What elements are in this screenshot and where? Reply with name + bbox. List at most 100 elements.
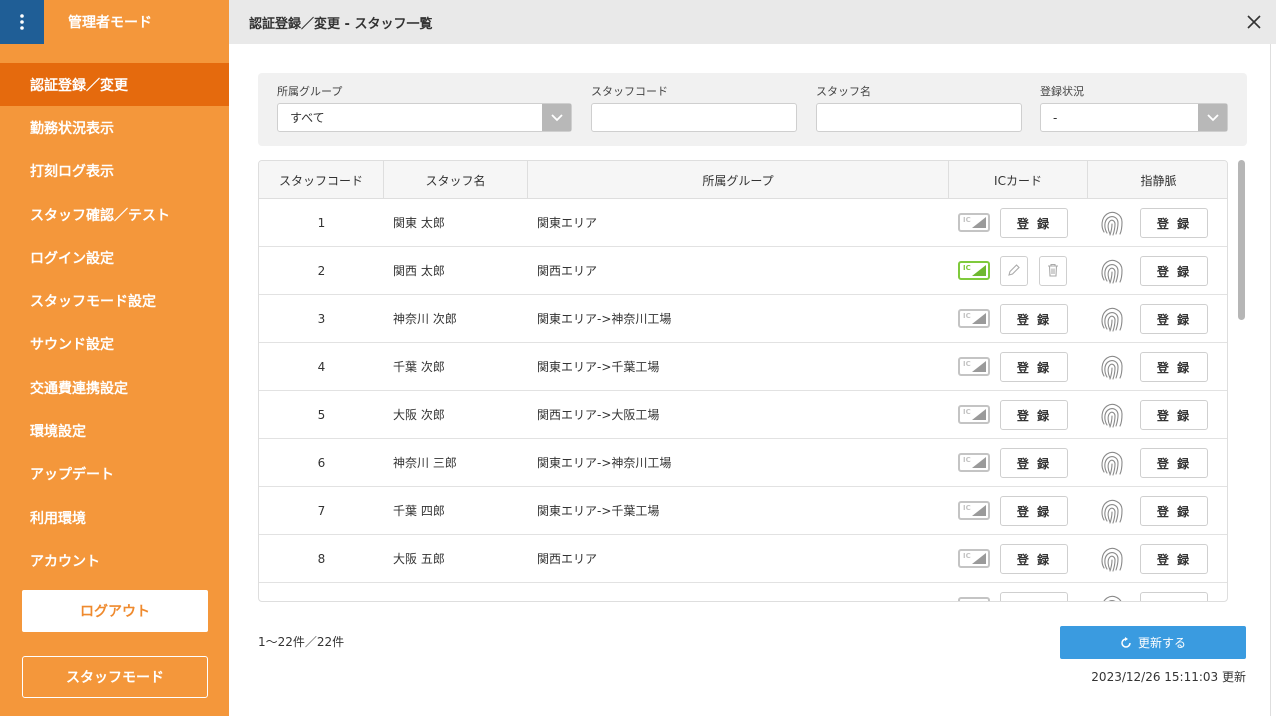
fingerprint-icon	[1097, 208, 1127, 241]
sidebar-item-attendance[interactable]: 勤務状況表示	[0, 106, 229, 149]
cell-staff-name: 神奈川 三郎	[393, 456, 457, 470]
column-header-finger-vein: 指静脈	[1140, 173, 1177, 188]
register-ic-button[interactable]: 登 録	[1000, 400, 1068, 430]
cell-staff-code: 8	[317, 551, 326, 566]
staff-code-filter-label: スタッフコード	[591, 85, 668, 98]
table-row: 5 大阪 次郎 関西エリア->大阪工場 IC 登 録 登 録	[259, 391, 1227, 439]
staff-name-input[interactable]	[829, 104, 1021, 131]
register-finger-vein-button[interactable]: 登 録	[1140, 496, 1208, 526]
delete-ic-button[interactable]	[1039, 256, 1067, 286]
register-finger-vein-button[interactable]: 登 録	[1140, 256, 1208, 286]
table-row: IC	[259, 583, 1227, 601]
pencil-icon	[1007, 263, 1021, 280]
register-finger-vein-button[interactable]: 登 録	[1140, 352, 1208, 382]
status-select-value: -	[1053, 110, 1058, 125]
register-ic-button[interactable]: 登 録	[1000, 352, 1068, 382]
close-icon	[1247, 15, 1261, 29]
cell-staff-name: 神奈川 次郎	[393, 312, 457, 326]
ic-card-icon: IC	[958, 405, 990, 424]
register-finger-vein-button[interactable]	[1140, 592, 1208, 601]
ic-card-icon: IC	[958, 597, 990, 601]
cell-group: 関西エリア	[537, 552, 598, 566]
staff-table: スタッフコード スタッフ名 所属グループ ICカード 指静脈 1 関東 太郎関東エ…	[258, 160, 1228, 602]
column-header-group: 所属グループ	[528, 161, 949, 199]
sidebar-item-auth-registration[interactable]: 認証登録／変更	[0, 63, 229, 107]
cell-staff-code: 1	[317, 215, 326, 230]
sidebar-title: 管理者モード	[68, 15, 152, 31]
sidebar-header: 管理者モード	[0, 0, 229, 44]
staff-mode-button[interactable]: スタッフモード	[22, 656, 208, 698]
status-select-arrow[interactable]	[1198, 104, 1227, 131]
register-ic-button[interactable]	[1000, 592, 1068, 601]
cell-group: 関東エリア->千葉工場	[537, 504, 660, 518]
table-row: 1 関東 太郎 関東エリア IC 登 録 登 録	[259, 199, 1227, 247]
cell-group: 関東エリア->神奈川工場	[537, 312, 672, 326]
register-finger-vein-button[interactable]: 登 録	[1140, 448, 1208, 478]
more-vertical-icon	[20, 14, 24, 30]
ic-card-icon: IC	[958, 261, 990, 280]
sidebar: 管理者モード 認証登録／変更 勤務状況表示 打刻ログ表示 スタッフ確認／テスト …	[0, 0, 229, 716]
logout-button[interactable]: ログアウト	[22, 590, 208, 632]
sidebar-item-punch-log[interactable]: 打刻ログ表示	[0, 150, 229, 193]
register-ic-button[interactable]: 登 録	[1000, 448, 1068, 478]
column-header-staff-name: スタッフ名	[384, 161, 528, 199]
sidebar-item-staff-mode-settings[interactable]: スタッフモード設定	[0, 279, 229, 322]
page-title: 認証登録／変更 - スタッフ一覧	[249, 16, 433, 32]
table-row: 7 千葉 四郎 関東エリア->千葉工場 IC 登 録 登 録	[259, 487, 1227, 535]
table-scrollbar-thumb[interactable]	[1238, 160, 1245, 320]
register-finger-vein-button[interactable]: 登 録	[1140, 208, 1208, 238]
register-finger-vein-button[interactable]: 登 録	[1140, 304, 1208, 334]
table-header: スタッフコード スタッフ名 所属グループ ICカード 指静脈	[259, 161, 1227, 199]
fingerprint-icon	[1097, 256, 1127, 289]
register-ic-button[interactable]: 登 録	[1000, 544, 1068, 574]
sidebar-item-account[interactable]: アカウント	[0, 539, 229, 582]
edit-ic-button[interactable]	[1000, 256, 1028, 286]
register-ic-button[interactable]: 登 録	[1000, 208, 1068, 238]
group-select[interactable]: すべて	[277, 103, 572, 132]
chevron-down-icon	[550, 113, 563, 121]
sidebar-item-login-settings[interactable]: ログイン設定	[0, 236, 229, 279]
ic-card-icon: IC	[958, 357, 990, 376]
sidebar-item-update[interactable]: アップデート	[0, 453, 229, 496]
sidebar-item-staff-check[interactable]: スタッフ確認／テスト	[0, 193, 229, 236]
register-ic-button[interactable]: 登 録	[1000, 304, 1068, 334]
cell-group: 関西エリア	[537, 264, 598, 278]
refresh-button[interactable]: 更新する	[1060, 626, 1246, 659]
register-finger-vein-button[interactable]: 登 録	[1140, 400, 1208, 430]
chevron-down-icon	[1206, 113, 1219, 121]
sidebar-item-usage-environment[interactable]: 利用環境	[0, 496, 229, 539]
status-select[interactable]: -	[1040, 103, 1228, 132]
sidebar-item-sound-settings[interactable]: サウンド設定	[0, 323, 229, 366]
cell-staff-name: 大阪 次郎	[393, 408, 445, 422]
refresh-icon	[1121, 636, 1131, 648]
column-header-ic-card: ICカード	[949, 161, 1088, 199]
table-row: 2 関西 太郎 関西エリア IC 登 録	[259, 247, 1227, 295]
menu-button[interactable]	[0, 0, 44, 44]
fingerprint-icon	[1097, 400, 1127, 433]
result-count: 1～22件／22件	[258, 635, 345, 649]
table-row: 4 千葉 次郎 関東エリア->千葉工場 IC 登 録 登 録	[259, 343, 1227, 391]
ic-card-icon: IC	[958, 549, 990, 568]
close-button[interactable]	[1232, 0, 1276, 44]
register-ic-button[interactable]: 登 録	[1000, 496, 1068, 526]
table-row: 8 大阪 五郎 関西エリア IC 登 録 登 録	[259, 535, 1227, 583]
cell-staff-name: 関東 太郎	[393, 216, 445, 230]
staff-name-field[interactable]	[816, 103, 1022, 132]
register-finger-vein-button[interactable]: 登 録	[1140, 544, 1208, 574]
cell-group: 関西エリア->大阪工場	[537, 408, 660, 422]
sidebar-item-environment-settings[interactable]: 環境設定	[0, 409, 229, 452]
group-select-arrow[interactable]	[542, 104, 571, 131]
filter-panel: 所属グループ すべて スタッフコード スタッフ名 登録状況 -	[258, 73, 1247, 146]
cell-staff-code: 7	[317, 503, 326, 518]
fingerprint-icon	[1097, 496, 1127, 529]
ic-card-icon: IC	[958, 453, 990, 472]
staff-code-input[interactable]	[604, 104, 796, 131]
staff-code-field[interactable]	[591, 103, 797, 132]
cell-staff-code: 6	[317, 455, 326, 470]
sidebar-item-transport-settings[interactable]: 交通費連携設定	[0, 366, 229, 409]
group-filter-label: 所属グループ	[277, 85, 343, 98]
column-header-staff-code: スタッフコード	[259, 161, 384, 199]
fingerprint-icon	[1097, 304, 1127, 337]
ic-card-icon: IC	[958, 501, 990, 520]
header: 認証登録／変更 - スタッフ一覧	[229, 0, 1276, 44]
